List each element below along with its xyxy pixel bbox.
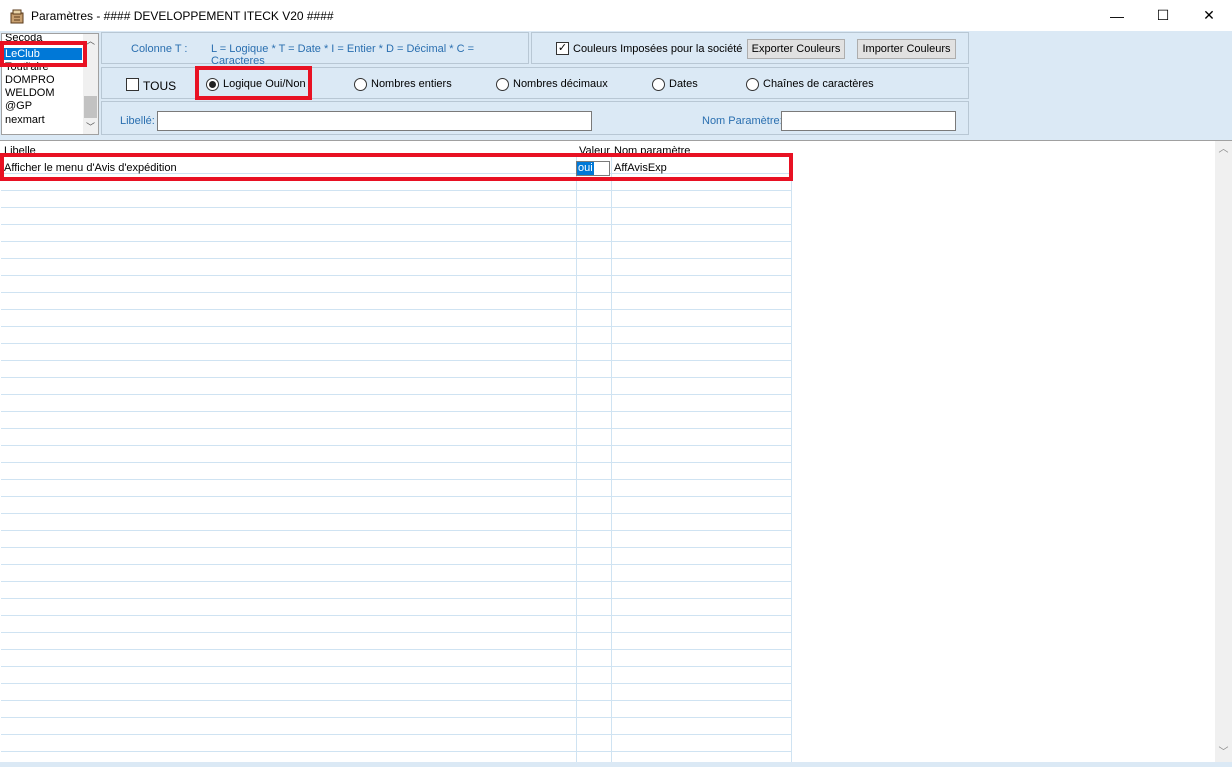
maximize-button[interactable]: ☐: [1140, 0, 1186, 31]
column-header-valeur[interactable]: Valeur: [579, 145, 612, 157]
company-item[interactable]: nexmart: [5, 114, 45, 126]
table-row[interactable]: [1, 565, 792, 582]
import-colors-button[interactable]: Importer Couleurs: [857, 39, 956, 59]
legend-text: L = Logique * T = Date * I = Entier * D …: [211, 43, 475, 67]
window-title: Paramètres - #### DEVELOPPEMENT ITECK V2…: [31, 9, 334, 23]
table-row[interactable]: [1, 446, 792, 463]
table-row[interactable]: [1, 548, 792, 565]
table-row[interactable]: [1, 633, 792, 650]
nom-filter-label: Nom Paramètre:: [702, 115, 783, 127]
grid-scrollbar[interactable]: ︿ ﹀: [1215, 141, 1232, 763]
table-row[interactable]: [1, 667, 792, 684]
company-item[interactable]: DOMPRO: [5, 74, 55, 86]
company-item[interactable]: WELDOM: [5, 87, 55, 99]
company-item[interactable]: Toutl'aire: [5, 61, 49, 73]
table-row[interactable]: [1, 242, 792, 259]
table-row[interactable]: [1, 225, 792, 242]
chevron-up-icon[interactable]: ︿: [1215, 141, 1232, 158]
chevron-up-icon[interactable]: ︿: [83, 34, 98, 48]
table-row[interactable]: [1, 582, 792, 599]
column-divider: [611, 157, 612, 763]
table-row[interactable]: [1, 497, 792, 514]
table-row[interactable]: [1, 684, 792, 701]
filter-box: Libellé: Nom Paramètre:: [101, 101, 969, 135]
radio-decimaux[interactable]: [496, 78, 509, 91]
column-header-libelle[interactable]: Libelle: [4, 145, 574, 157]
radio-decimaux-label[interactable]: Nombres décimaux: [513, 78, 608, 90]
parameters-grid[interactable]: Libelle Valeur Nom paramètre Afficher le…: [0, 140, 1232, 763]
colors-box: ✓ Couleurs Imposées pour la société Expo…: [531, 32, 969, 64]
row-1-valeur-input[interactable]: oui: [576, 161, 610, 176]
table-row[interactable]: [1, 480, 792, 497]
table-row[interactable]: [1, 599, 792, 616]
close-button[interactable]: ✕: [1186, 0, 1232, 31]
company-item-selected[interactable]: LeClub: [4, 48, 82, 60]
chevron-down-icon[interactable]: ﹀: [1215, 744, 1232, 761]
table-row[interactable]: [1, 344, 792, 361]
title-bar: Paramètres - #### DEVELOPPEMENT ITECK V2…: [0, 0, 1232, 31]
radio-chaines-label[interactable]: Chaînes de caractères: [763, 78, 874, 90]
libelle-filter-input[interactable]: [157, 111, 592, 131]
column-divider: [576, 157, 577, 763]
table-row[interactable]: [1, 701, 792, 718]
minimize-icon: —: [1110, 7, 1124, 24]
table-row[interactable]: [1, 293, 792, 310]
table-row[interactable]: [1, 412, 792, 429]
table-row[interactable]: [1, 395, 792, 412]
radio-logique-label[interactable]: Logique Oui/Non: [223, 78, 306, 90]
radio-dates[interactable]: [652, 78, 665, 91]
radio-entiers[interactable]: [354, 78, 367, 91]
minimize-button[interactable]: —: [1094, 0, 1140, 31]
maximize-icon: ☐: [1156, 7, 1170, 23]
column-divider: [791, 157, 792, 763]
legend-label: Colonne T :: [131, 43, 188, 55]
table-row[interactable]: [1, 735, 792, 752]
chevron-down-icon[interactable]: ﹀: [83, 120, 98, 134]
table-row[interactable]: [1, 259, 792, 276]
radio-dates-label[interactable]: Dates: [669, 78, 698, 90]
scrollbar-thumb[interactable]: [84, 96, 97, 118]
radio-chaines[interactable]: [746, 78, 759, 91]
colors-checkbox[interactable]: ✓: [556, 42, 569, 55]
top-panel: Secoda LeClub Toutl'aire DOMPRO WELDOM @…: [0, 31, 1232, 140]
company-list[interactable]: Secoda LeClub Toutl'aire DOMPRO WELDOM @…: [1, 33, 99, 135]
table-row[interactable]: [1, 174, 792, 191]
close-icon: ✕: [1203, 7, 1215, 23]
row-1-valeur[interactable]: oui: [577, 162, 594, 175]
row-1-nom[interactable]: AffAvisExp: [614, 160, 667, 176]
table-row[interactable]: [1, 531, 792, 548]
bottom-strip: [0, 762, 1232, 767]
all-checkbox[interactable]: [126, 78, 139, 91]
table-row[interactable]: [1, 463, 792, 480]
app-icon: [10, 9, 24, 24]
column-header-nom[interactable]: Nom paramètre: [614, 145, 714, 157]
table-row[interactable]: [1, 718, 792, 735]
table-row[interactable]: [1, 650, 792, 667]
table-row[interactable]: [1, 191, 792, 208]
radio-entiers-label[interactable]: Nombres entiers: [371, 78, 452, 90]
nom-filter-input[interactable]: [781, 111, 956, 131]
table-row[interactable]: [1, 378, 792, 395]
table-row[interactable]: [1, 616, 792, 633]
company-list-scrollbar[interactable]: ︿ ﹀: [83, 34, 98, 134]
table-row[interactable]: [1, 276, 792, 293]
checkmark-icon: ✓: [557, 42, 568, 54]
radio-logique[interactable]: [206, 78, 219, 91]
company-item[interactable]: @GP: [5, 100, 32, 112]
colors-checkbox-label[interactable]: Couleurs Imposées pour la société: [573, 43, 742, 55]
table-row[interactable]: [1, 429, 792, 446]
row-1-libelle[interactable]: Afficher le menu d'Avis d'expédition: [4, 160, 177, 176]
column-legend-box: Colonne T : L = Logique * T = Date * I =…: [101, 32, 529, 67]
export-colors-button[interactable]: Exporter Couleurs: [747, 39, 845, 59]
table-row[interactable]: [1, 514, 792, 531]
table-row[interactable]: [1, 310, 792, 327]
grid-lines: [1, 157, 792, 763]
types-box: TOUS Logique Oui/Non Nombres entiers Nom…: [101, 67, 969, 99]
table-row[interactable]: [1, 327, 792, 344]
libelle-filter-label: Libellé:: [120, 115, 155, 127]
table-row[interactable]: [1, 361, 792, 378]
company-item[interactable]: Secoda: [5, 34, 42, 44]
all-checkbox-label[interactable]: TOUS: [143, 79, 176, 93]
table-row[interactable]: [1, 208, 792, 225]
